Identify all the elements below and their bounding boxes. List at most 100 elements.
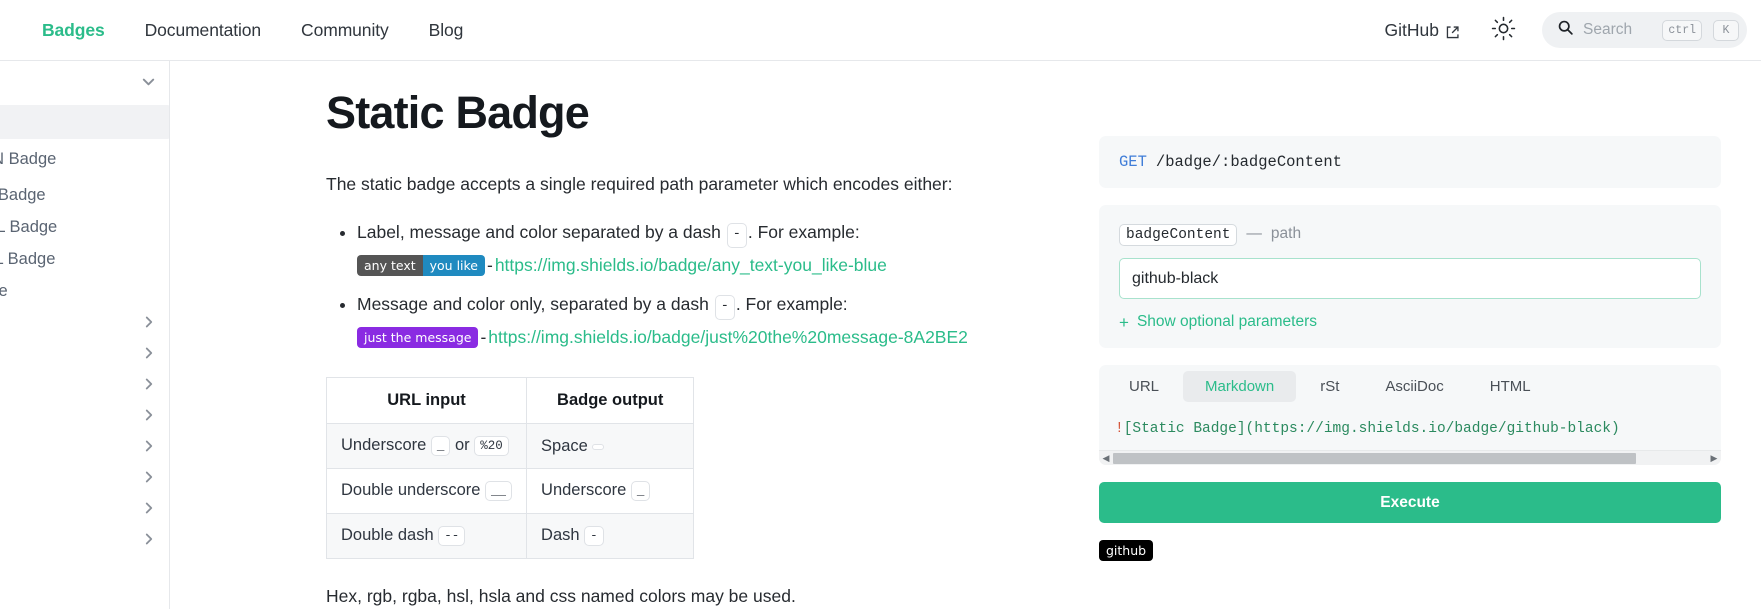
example-line: just the message - https://img.shields.i… [357,324,1051,351]
endpoint-card: GET/badge/:badgeContent [1099,136,1721,188]
cell-text: Underscore [541,481,627,500]
list-item: Message and color only, separated by a d… [357,291,1051,351]
sidebar-item-selected[interactable] [0,105,169,139]
parameter-kind-dash: — [1246,225,1262,242]
badge-content-input[interactable] [1119,258,1701,299]
chevron-right-icon[interactable] [140,375,158,396]
sidebar-item-label: Badge [0,282,8,301]
chevron-right-icon[interactable] [140,406,158,427]
sidebar-item-toml-badge[interactable]: TOML Badge [0,211,169,243]
example-url-link[interactable]: https://img.shields.io/badge/just%20the%… [488,324,968,351]
list-item: Label, message and color separated by a … [357,219,1051,279]
parameters-card: badgeContent — path + Show optional para… [1099,205,1721,348]
sidebar-group-9[interactable] [0,401,169,432]
cell-code-chip-2: %20 [474,436,509,457]
sidebar-item-json-badge[interactable]: JSON Badge [0,139,169,179]
cell-text: Double dash [341,526,434,545]
sidebar-group-header[interactable] [0,61,169,105]
search-input[interactable]: Search [1583,21,1651,39]
sidebar-group-11[interactable] [0,463,169,494]
sidebar-item-xml-badge[interactable]: XML Badge [0,179,169,211]
snippet-code[interactable]: ![Static Badge](https://img.shields.io/b… [1099,408,1721,450]
scroll-right-arrow-icon[interactable]: ▶ [1707,453,1721,463]
url-encoding-table: URL input Badge output Underscore _ or %… [325,377,695,560]
plus-icon: + [1119,312,1129,332]
example-line: any text you like - https://img.shields.… [357,252,1051,279]
nav-link-blog[interactable]: Blog [409,20,484,41]
cell-code-chip: _ [630,481,651,502]
chevron-right-icon[interactable] [140,499,158,520]
chevron-right-icon[interactable] [140,313,158,334]
tab-asciidoc[interactable]: AsciiDoc [1363,371,1465,402]
search-icon [1557,19,1574,41]
http-method: GET [1119,153,1147,171]
sidebar-group-13[interactable] [0,525,169,556]
cell-text: Space [541,436,588,455]
nav-link-community[interactable]: Community [281,20,409,41]
cell-badge-output: Space [526,423,695,470]
chevron-down-icon[interactable] [139,72,158,94]
example-url-link[interactable]: https://img.shields.io/badge/any_text-yo… [495,252,887,279]
table-row: Underscore _ or %20 Space [325,423,695,470]
bullet-text-after: . For example: [747,222,860,243]
table-row: Double dash -- Dash - [325,513,695,560]
chevron-right-icon[interactable] [140,530,158,551]
scroll-left-arrow-icon[interactable]: ◀ [1099,453,1113,463]
github-link[interactable]: GitHub [1385,20,1460,41]
result-badge: github [1099,540,1154,561]
sidebar-group-8[interactable] [0,370,169,401]
sidebar-group-10[interactable] [0,432,169,463]
primary-nav: Badges Documentation Community Blog [0,20,483,41]
sidebar-item-label: TOML Badge [0,217,58,236]
execute-button[interactable]: Execute [1099,482,1721,523]
bullet-text-before: Label, message and color separated by a … [357,222,721,243]
badge-preview-two-part: any text you like [357,255,485,277]
scrollbar-track[interactable] [1113,452,1707,464]
chevron-right-icon[interactable] [140,344,158,365]
search-kbd-k: K [1713,19,1739,41]
cell-text: Dash [541,526,580,545]
show-optional-parameters-toggle[interactable]: + Show optional parameters [1119,313,1701,331]
snippet-rest: [Static Badge](https://img.shields.io/ba… [1123,421,1620,437]
table-header-row: URL input Badge output [325,377,695,425]
badge-preview-single: just the message [357,327,479,349]
parameter-header: badgeContent — path [1119,224,1701,246]
column-header-url-input: URL input [325,377,528,425]
snippet-format-tabs: URL Markdown rSt AsciiDoc HTML [1099,365,1721,408]
parameter-kind: path [1270,225,1302,242]
cell-code-chip: _ [430,436,451,457]
sidebar-item-yaml-badge[interactable]: YAML Badge [0,243,169,275]
intro-paragraph: The static badge accepts a single requir… [326,174,953,194]
chevron-right-icon[interactable] [140,437,158,458]
parameter-name: badgeContent [1119,224,1238,246]
sidebar-item-label: YAML Badge [0,249,56,268]
scrollbar-thumb[interactable] [1113,452,1636,464]
sidebar-item-label: JSON Badge [0,149,57,168]
tab-html[interactable]: HTML [1468,371,1553,402]
chevron-right-icon[interactable] [140,468,158,489]
sidebar-group-7[interactable] [0,339,169,370]
result-badge-label: github [1099,540,1154,561]
sidebar-group-6[interactable] [0,307,169,339]
tab-markdown[interactable]: Markdown [1183,371,1297,402]
cell-code-chip [592,443,605,450]
tab-rst[interactable]: rSt [1298,371,1361,402]
theme-toggle-button[interactable] [1486,13,1520,47]
tab-url[interactable]: URL [1107,371,1181,402]
sidebar-group-12[interactable] [0,494,169,525]
nav-link-documentation[interactable]: Documentation [125,20,281,41]
nav-link-badges[interactable]: Badges [22,20,125,41]
sidebar-scroll-content: JSON Badge XML Badge TOML Badge YAML Bad… [0,61,169,556]
cell-url-input: Double dash -- [325,513,528,560]
cell-code-chip: -- [438,526,466,547]
sidebar-item-badge[interactable]: Badge [0,275,169,307]
left-sidebar[interactable]: JSON Badge XML Badge TOML Badge YAML Bad… [0,61,170,609]
bullet-text-before: Message and color only, separated by a d… [357,294,709,315]
snippet-bang: ! [1115,421,1124,437]
snippet-horizontal-scrollbar[interactable]: ◀ ▶ [1099,450,1721,465]
github-link-label: GitHub [1384,19,1439,40]
search-box[interactable]: Search ctrl K [1542,12,1747,48]
nav-actions: GitHub Search ctrl K [1385,12,1761,48]
cell-url-input: Underscore _ or %20 [325,423,528,470]
search-kbd-ctrl: ctrl [1662,19,1702,41]
